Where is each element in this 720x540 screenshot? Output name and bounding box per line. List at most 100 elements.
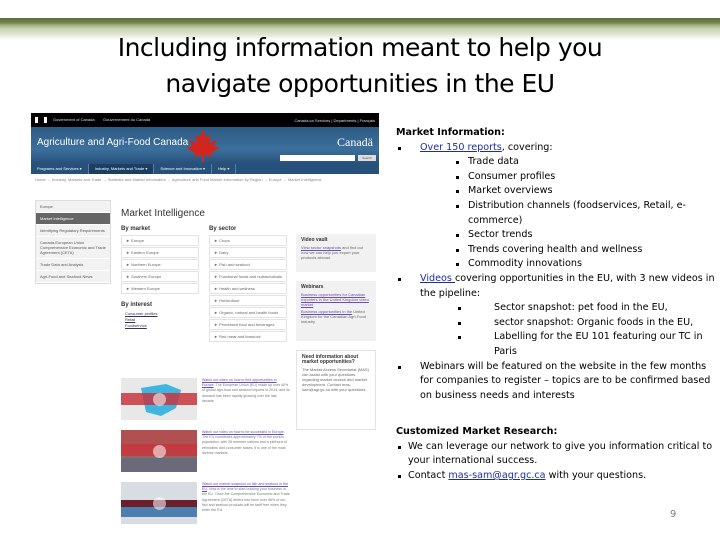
bullet-icon [398,146,401,150]
report-topic: Market overviews [396,184,718,199]
nav-industry[interactable]: Industry, Markets and Trade ▾ [88,164,155,174]
bullet-icon [456,190,459,194]
video-vault-panel: Video vault View sector snapshots and fi… [296,234,376,272]
videos-link[interactable]: Videos [420,273,455,284]
bullet-icon [398,475,401,479]
sector-item[interactable]: ► Organic, natural and health foods [209,307,287,318]
market-item[interactable]: ► Eastern Europe [121,247,199,258]
left-nav-item[interactable]: Market Intelligence [36,213,110,225]
nav-programs[interactable]: Programs and Services ▾ [31,164,89,174]
by-market-heading: By market [121,226,151,232]
left-nav-item[interactable]: Canada-European Union Comprehensive Econ… [36,237,110,259]
webinars-panel: Webinars Business opportunities for Cana… [296,281,376,341]
government-bar: Government of Canada Gouvernement du Can… [31,113,379,127]
videos-bullet: Videos covering opportunities in the EU,… [396,272,718,301]
report-topic-text: Trends covering health and wellness [468,243,643,255]
by-sector-heading: By sector [209,226,237,232]
bullet-icon [458,321,461,325]
research-text: We can leverage our network to give you … [408,440,713,467]
market-item[interactable]: ► Southern Europe [121,271,199,282]
video-thumbnail-2[interactable] [121,430,197,472]
sector-item[interactable]: ► Health and wellness [209,283,287,294]
bullet-icon [398,277,401,281]
canada-wordmark: Canadä [337,135,373,149]
slide-title: Including information meant to help you … [60,30,660,102]
by-market-column: By market ► Europe ► Eastern Europe ► No… [121,226,199,329]
webinars-bullet: Webinars will be featured on the website… [396,360,718,404]
video-thumbnail-1[interactable] [121,378,197,420]
report-topic-text: Consumer profiles [468,170,556,182]
pipeline-video: sector snapshot: Organic foods in the EU… [396,316,718,331]
video-description-1: Watch our video on how to find opportuni… [202,378,290,404]
nav-help[interactable]: Help ▾ [212,164,237,174]
top-links[interactable]: Canada.ca Services | Departments | Franç… [294,118,375,123]
department-name: Agriculture and Agri-Food Canada [37,137,189,148]
video-text: . Now is the time to start building your… [202,487,290,513]
by-interest-heading: By interest [121,302,153,308]
reports-link[interactable]: Over 150 reports [420,142,502,153]
report-topic: Trade data [396,155,718,170]
bullet-icon [398,365,401,369]
report-topic-text: Distribution channels (foodservices, Ret… [468,199,687,226]
market-item[interactable]: ► Europe [121,235,199,246]
pipeline-video: Sector snapshot: pet food in the EU, [396,301,718,316]
webinar-link[interactable]: Business opportunities for Canadian expo… [301,292,369,307]
nav-science[interactable]: Science and Innovation ▾ [154,164,213,174]
market-item[interactable]: ► Northern Europe [121,259,199,270]
sector-item[interactable]: ► Fish and seafood [209,259,287,270]
interest-link[interactable]: Foodservice [125,323,199,329]
title-line-1: Including information meant to help you [117,33,603,62]
need-info-panel: Need information about market opportunit… [296,350,376,430]
breadcrumb[interactable]: Home → Industry, Markets and Trade → Sta… [31,174,379,186]
report-topic: Consumer profiles [396,170,718,185]
main-nav: Programs and Services ▾ Industry, Market… [31,164,379,174]
bullet-icon [456,204,459,208]
sector-item[interactable]: ► Horticulture [209,295,287,306]
left-nav-item[interactable]: Trade Data and Analysis [36,259,110,271]
need-info-text: The Market Access Secretariat (MAS) can … [302,367,369,392]
sector-item[interactable]: ► Processed food and beverages [209,319,287,330]
contact-prefix: Contact [408,470,449,482]
bullet-icon [458,336,461,340]
videos-text: covering opportunities in the EU, with 3… [420,272,715,299]
gov-en: Government of Canada [53,117,95,122]
left-nav: Europe Market Intelligence Identifying R… [35,200,111,284]
video-description-2: Watch our video on how to be successful … [202,430,290,456]
pipeline-video-text: Labelling for the EU 101 featuring our T… [494,331,703,357]
report-topic: Sector trends [396,228,718,243]
page-heading: Market Intelligence [121,208,205,219]
search-input[interactable] [280,155,355,161]
bullet-icon [456,248,459,252]
contact-email-link[interactable]: mas-sam@agr.gc.ca [448,470,545,481]
by-sector-column: By sector ► Crops ► Dairy ► Fish and sea… [209,226,287,343]
video-vault-heading: Video vault [301,237,328,243]
webinars-heading: Webinars [301,284,324,290]
video-description-3: Watch our market snapshot on fish and se… [202,482,290,513]
play-icon [153,393,166,406]
contact-bullet: Contact mas-sam@agr.gc.ca with your ques… [396,469,718,484]
market-item[interactable]: ► Western Europe [121,283,199,294]
sector-item[interactable]: ► Functional foods and nutraceuticals [209,271,287,282]
search-button[interactable]: Search [358,155,376,161]
custom-research-heading: Customized Market Research: [396,426,558,438]
need-info-heading: Need information about market opportunit… [302,354,359,365]
sector-item[interactable]: ► Red meat and livestock [209,331,287,342]
video-link[interactable]: Watch our video on how to be successful … [202,430,284,434]
sector-item[interactable]: ► Dairy [209,247,287,258]
left-nav-item[interactable]: Europe [36,201,110,213]
report-topic: Commodity innovations [396,257,718,272]
bullet-icon [398,445,401,449]
bullet-icon [458,307,461,311]
bullet-icon [456,234,459,238]
report-topic: Trends covering health and wellness [396,243,718,258]
sector-item[interactable]: ► Crops [209,235,287,246]
pipeline-video-text: sector snapshot: Organic foods in the EU… [494,316,694,328]
reports-bullet: Over 150 reports, covering: [396,141,718,156]
gov-fr: Gouvernement du Canada [103,117,151,122]
video-thumbnail-3[interactable] [121,482,197,524]
left-nav-item[interactable]: Agri-Food and Seafood News [36,271,110,283]
play-icon [153,497,166,510]
report-topic-text: Trade data [468,156,519,168]
reports-suffix: , covering: [501,141,553,153]
left-nav-item[interactable]: Identifying Regulatory Requirements [36,225,110,237]
